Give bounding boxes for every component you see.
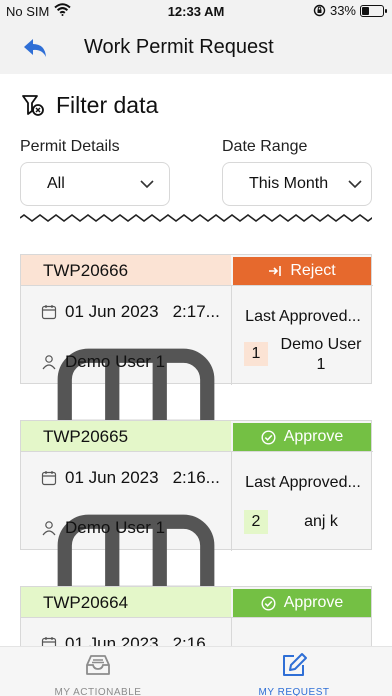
- date-row: 01 Jun 2023 2:17...: [41, 302, 220, 322]
- permit-date: 01 Jun 2023: [65, 468, 159, 487]
- status-label: Approve: [283, 594, 344, 611]
- user-icon: [42, 355, 56, 370]
- approval-level-badge: 2: [244, 510, 268, 534]
- permit-id: TWP20665: [21, 421, 231, 451]
- nav-bar: Work Permit Request: [0, 22, 392, 74]
- approval-info: Last Approved... 2 anj k: [231, 451, 373, 551]
- battery-icon: [360, 4, 387, 17]
- date-range-label: Date Range: [222, 138, 308, 155]
- edit-icon: [283, 653, 307, 676]
- approver-name: anj k: [304, 513, 338, 530]
- last-approved-label: Last Approved...: [245, 474, 361, 491]
- permit-id: TWP20664: [21, 587, 231, 617]
- tab-bar: MY ACTIONABLE MY REQUEST: [0, 646, 392, 696]
- permit-details: 01 Jun 2023 2:16... Demo User 1: [21, 451, 231, 672]
- back-arrow-icon[interactable]: [22, 36, 48, 60]
- chevron-down-icon: [140, 180, 154, 189]
- tab-my-request[interactable]: MY REQUEST: [196, 651, 392, 696]
- filter-header: Filter data: [20, 92, 158, 119]
- check-circle-icon: [261, 429, 276, 445]
- inbox-tray-icon: [86, 655, 110, 675]
- date-range-value: This Month: [249, 175, 329, 192]
- page-title: Work Permit Request: [84, 36, 274, 58]
- permit-id: TWP20666: [21, 255, 231, 285]
- status-approve-button[interactable]: Approve: [233, 423, 371, 451]
- permit-user: Demo User 1: [65, 518, 166, 537]
- user-icon: [42, 521, 56, 536]
- wavy-divider: [20, 214, 372, 222]
- permit-card[interactable]: TWP20666 Reject 01 Jun 2023 2:17... Demo…: [20, 254, 373, 506]
- chevron-down-icon: [348, 180, 362, 189]
- permit-card[interactable]: TWP20665 Approve 01 Jun 2023 2:16... Dem…: [20, 420, 373, 672]
- approval-info: Last Approved... 1 Demo User 1: [231, 285, 373, 385]
- check-circle-icon: [261, 595, 276, 611]
- permit-time: 2:16...: [172, 468, 220, 487]
- orientation-lock-icon: [313, 4, 326, 17]
- permit-user: Demo User 1: [65, 352, 166, 371]
- permit-details-label: Permit Details: [20, 138, 120, 155]
- filter-icon: [22, 94, 44, 116]
- approver-name: Demo User 1: [280, 336, 362, 373]
- status-approve-button[interactable]: Approve: [233, 589, 371, 617]
- battery-percent: 33%: [329, 3, 356, 18]
- permit-details-select[interactable]: All: [20, 162, 170, 206]
- permit-date: 01 Jun 2023: [65, 302, 159, 321]
- status-reject-button[interactable]: Reject: [233, 257, 371, 285]
- status-bar: No SIM 12:33 AM 33%: [0, 0, 392, 22]
- date-range-select[interactable]: This Month: [222, 162, 372, 206]
- status-label: Reject: [290, 262, 336, 279]
- permit-details-value: All: [47, 175, 65, 192]
- date-row: 01 Jun 2023 2:16...: [41, 468, 220, 488]
- permit-time: 2:17...: [172, 302, 220, 321]
- filter-title: Filter data: [56, 92, 159, 118]
- status-label: Approve: [283, 428, 344, 445]
- reject-arrow-icon: [269, 266, 282, 276]
- calendar-icon: [41, 471, 57, 486]
- calendar-icon: [41, 305, 57, 320]
- last-approved-label: Last Approved...: [245, 308, 361, 325]
- user-row: Demo User 1: [41, 352, 165, 372]
- tab-my-actionable[interactable]: MY ACTIONABLE: [0, 651, 196, 696]
- user-row: Demo User 1: [41, 518, 165, 538]
- permit-details: 01 Jun 2023 2:17... Demo User 1: [21, 285, 231, 506]
- tab-label: MY REQUEST: [258, 687, 330, 696]
- tab-label: MY ACTIONABLE: [54, 687, 142, 696]
- approval-level-badge: 1: [244, 342, 268, 366]
